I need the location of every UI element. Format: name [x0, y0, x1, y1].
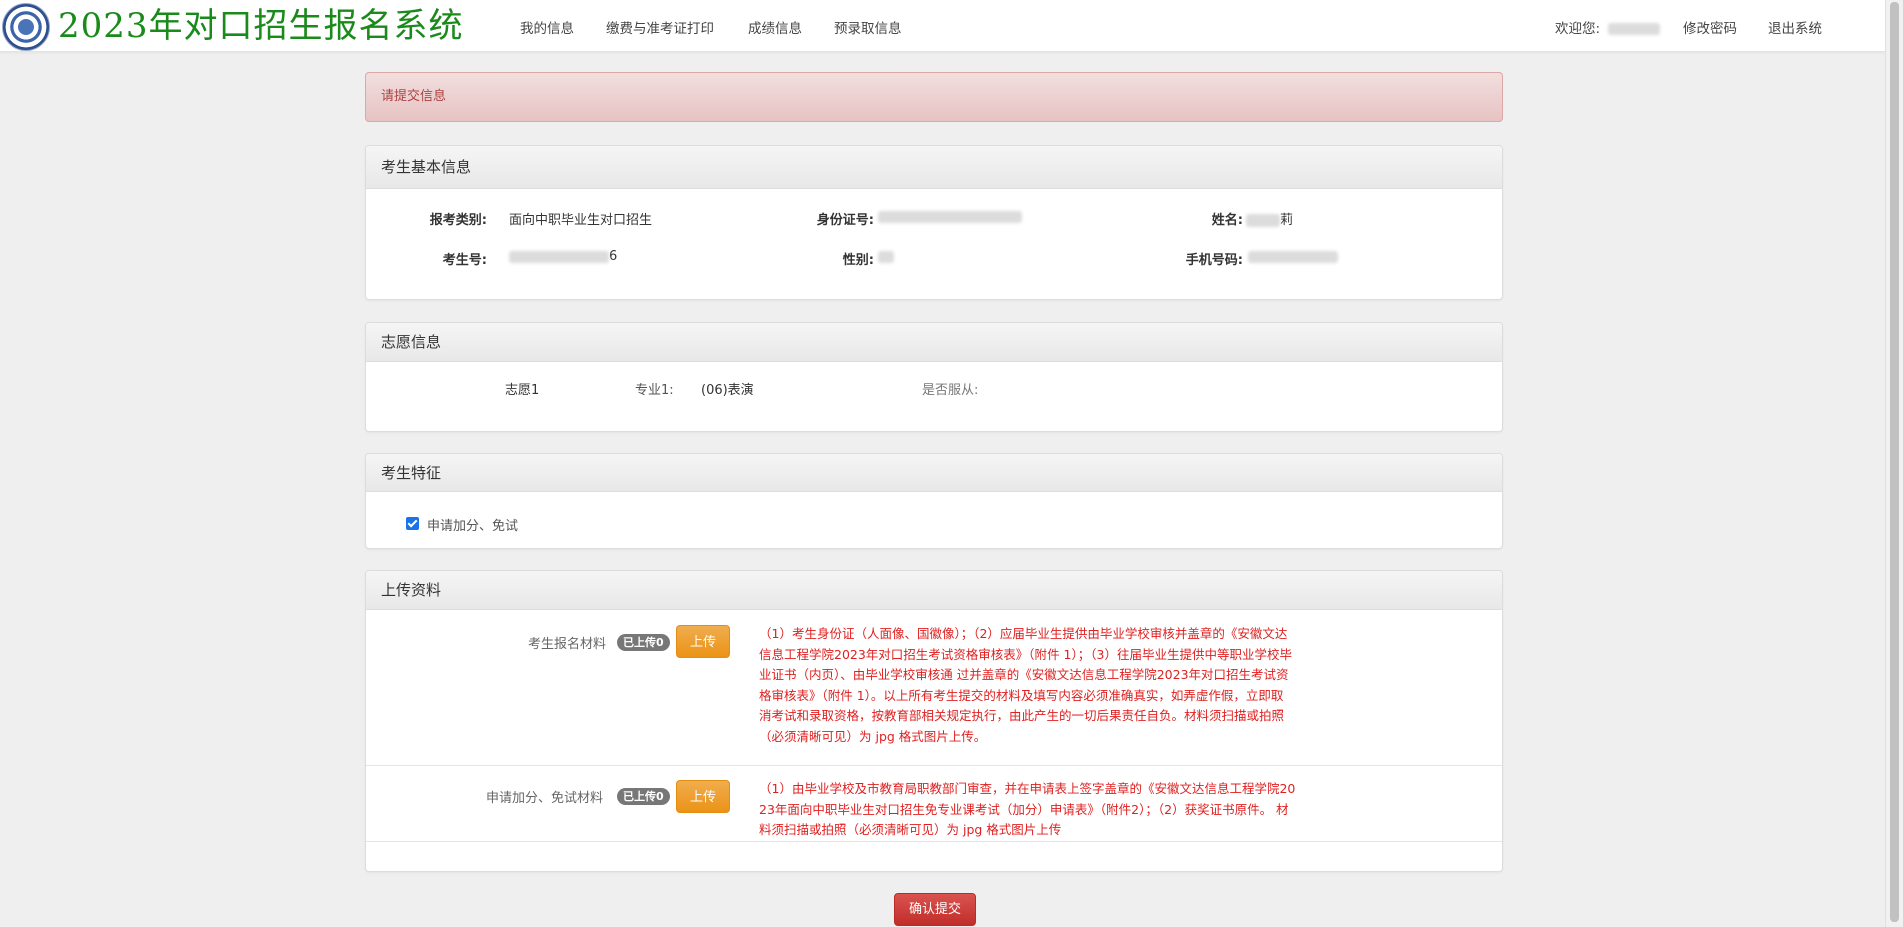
preference-panel: 志愿信息 志愿1 专业1: (06)表演 是否服从: — [365, 322, 1503, 432]
change-password-link[interactable]: 修改密码 — [1683, 17, 1737, 37]
welcome-user: 欢迎您: — [1555, 17, 1661, 37]
name-suffix: 莉 — [1280, 213, 1294, 228]
exam-number-suffix: 6 — [609, 249, 618, 264]
upload-bonus-materials-button[interactable]: 上传 — [676, 780, 730, 813]
submit-info-alert: 请提交信息 — [365, 72, 1503, 122]
gender-label: 性别: — [842, 253, 874, 268]
upload-row-divider — [366, 765, 1502, 766]
upload-row-divider — [366, 841, 1502, 842]
top-navbar: 2023年对口招生报名系统 我的信息 缴费与准考证打印 成绩信息 预录取信息 欢… — [0, 0, 1885, 52]
logout-link[interactable]: 退出系统 — [1768, 17, 1822, 37]
registration-materials-note: （1）考生身份证（人面像、国徽像）；（2）应届毕业生提供由毕业学校审核并盖章的《… — [759, 626, 1292, 744]
confirm-submit-button[interactable]: 确认提交 — [894, 893, 976, 926]
upload-row-label: 考生报名材料 — [528, 637, 607, 652]
redacted-gender — [878, 250, 894, 263]
welcome-label: 欢迎您: — [1555, 21, 1601, 37]
nav-payment-print[interactable]: 缴费与准考证打印 — [606, 17, 714, 37]
major-label: 专业1: — [635, 383, 674, 398]
redacted-username — [1608, 23, 1661, 35]
bonus-materials-note: （1）由毕业学校及市教育局职教部门审查，并在申请表上签字盖章的《安徽文达信息工程… — [759, 781, 1296, 837]
upload-count-badge: 已上传0 — [617, 634, 670, 651]
phone-value — [1248, 249, 1338, 264]
redacted-phone — [1248, 250, 1338, 263]
basic-info-heading: 考生基本信息 — [366, 146, 1502, 189]
bonus-exempt-label[interactable]: 申请加分、免试 — [427, 515, 518, 534]
category-value: 面向中职毕业生对口招生 — [509, 213, 653, 228]
nav-my-info[interactable]: 我的信息 — [520, 17, 574, 37]
basic-info-panel: 考生基本信息 报考类别: 面向中职毕业生对口招生 身份证号: 姓名: 莉 考生号… — [365, 145, 1503, 300]
nav-pre-admission[interactable]: 预录取信息 — [834, 17, 902, 37]
category-label: 报考类别: — [429, 213, 487, 228]
obey-adjustment-label: 是否服从: — [922, 383, 979, 398]
nav-scores[interactable]: 成绩信息 — [748, 17, 802, 37]
page-scrollbar[interactable] — [1885, 0, 1903, 927]
system-title: 2023年对口招生报名系统 — [58, 6, 464, 46]
exam-number-label: 考生号: — [442, 253, 487, 268]
upload-panel: 上传资料 考生报名材料 已上传0 上传 （1）考生身份证（人面像、国徽像）；（2… — [365, 570, 1503, 872]
preference-choice-label: 志愿1 — [505, 383, 540, 398]
scrollbar-thumb[interactable] — [1890, 2, 1899, 922]
school-logo-icon — [2, 3, 50, 51]
name-label: 姓名: — [1211, 213, 1243, 228]
redacted-id-number — [878, 210, 1022, 223]
upload-count-badge: 已上传0 — [617, 788, 670, 805]
exam-number-value: 6 — [509, 249, 617, 264]
gender-value — [878, 249, 894, 264]
features-panel: 考生特征 申请加分、免试 — [365, 453, 1503, 549]
upload-registration-materials-button[interactable]: 上传 — [676, 625, 730, 658]
redacted-exam-number — [509, 250, 609, 263]
features-heading: 考生特征 — [366, 454, 1502, 492]
bonus-exempt-checkbox[interactable] — [406, 517, 419, 530]
redacted-name — [1246, 214, 1280, 227]
phone-label: 手机号码: — [1185, 253, 1243, 268]
name-value: 莉 — [1246, 209, 1293, 228]
preference-heading: 志愿信息 — [366, 323, 1502, 362]
upload-heading: 上传资料 — [366, 571, 1502, 610]
id-number-label: 身份证号: — [816, 213, 874, 228]
upload-row-label: 申请加分、免试材料 — [486, 791, 604, 806]
major-value: (06)表演 — [701, 383, 754, 398]
id-number-value — [878, 209, 1022, 224]
